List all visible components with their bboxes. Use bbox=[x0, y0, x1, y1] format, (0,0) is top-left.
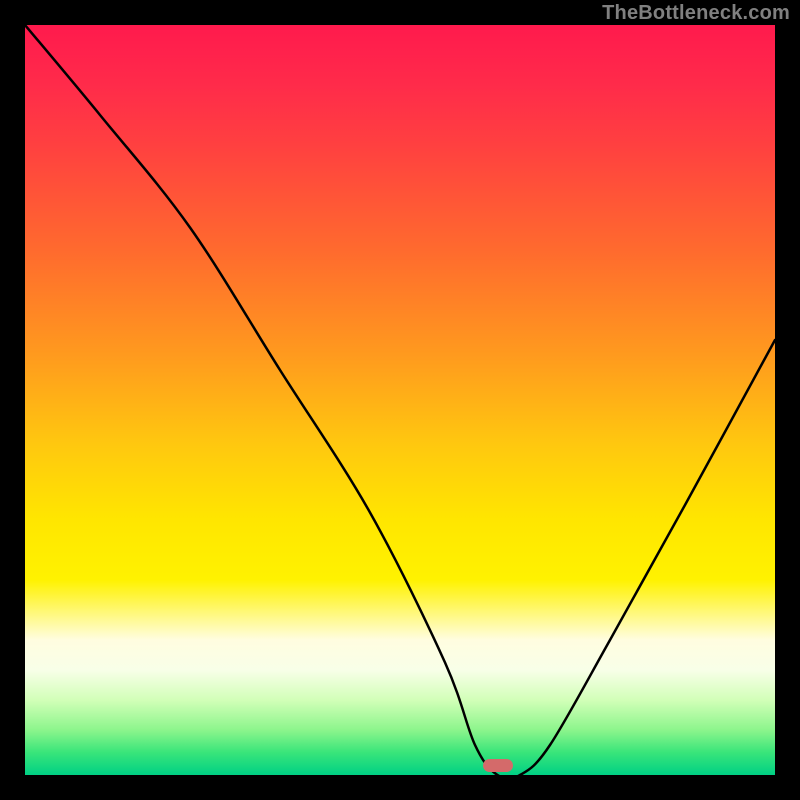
bottleneck-curve bbox=[25, 25, 775, 775]
chart-frame: TheBottleneck.com bbox=[0, 0, 800, 800]
plot-area bbox=[25, 25, 775, 775]
optimal-marker bbox=[483, 759, 513, 772]
watermark-text: TheBottleneck.com bbox=[602, 2, 790, 25]
curve-path bbox=[25, 25, 775, 775]
